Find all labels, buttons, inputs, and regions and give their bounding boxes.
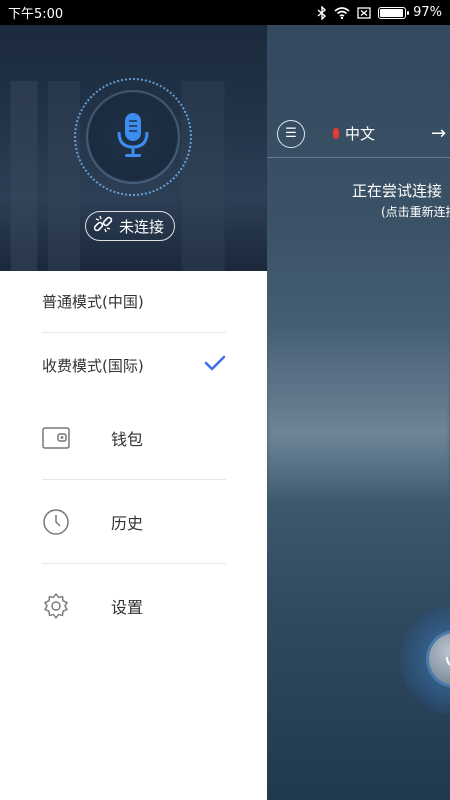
source-language-selector[interactable]: 中文: [333, 123, 375, 144]
battery-icon: [378, 6, 410, 19]
connection-status-badge[interactable]: 未连接: [85, 211, 176, 241]
city-background: [267, 325, 450, 505]
broken-link-icon: [92, 213, 114, 239]
arrow-right-icon: →: [431, 123, 447, 144]
main-top-bar: ☰ 中文 →: [267, 110, 450, 158]
sim-off-icon: [357, 6, 371, 19]
source-language-label: 中文: [345, 125, 376, 143]
main-mic-button[interactable]: [400, 605, 450, 715]
mode-item-china[interactable]: 普通模式(中国): [42, 271, 226, 333]
menu-item-settings[interactable]: 设置: [42, 564, 226, 648]
mic-icon: [115, 112, 151, 162]
menu-item-wallet[interactable]: 钱包: [42, 396, 226, 480]
menu-icon[interactable]: ☰: [277, 119, 305, 148]
connection-status-label: 未连接: [119, 217, 165, 236]
bluetooth-icon: [317, 5, 327, 20]
status-bar: 下午5:00 97%: [0, 0, 450, 25]
reconnect-hint[interactable]: (点击重新连接): [381, 203, 450, 220]
battery-percent: 97%: [413, 5, 442, 20]
menu-label: 钱包: [111, 429, 144, 449]
wifi-icon: [334, 6, 350, 19]
menu-item-history[interactable]: 历史: [42, 480, 226, 564]
wallet-icon: [42, 424, 70, 452]
connecting-status[interactable]: 正在尝试连接: [352, 180, 442, 201]
menu-label: 设置: [111, 598, 144, 617]
drawer-mic-button[interactable]: [89, 93, 177, 181]
mode-item-international[interactable]: 收费模式(国际): [42, 334, 226, 396]
mic-icon: [429, 633, 450, 685]
clock-icon: [42, 508, 70, 536]
status-time: 下午5:00: [8, 7, 64, 22]
gear-icon: [42, 592, 70, 620]
main-translation-screen: ☰ 中文 → 正在尝试连接 (点击重新连接): [267, 25, 450, 800]
drawer-header: 未连接: [0, 25, 267, 271]
checkmark-icon: [204, 355, 226, 375]
mode-label: 收费模式(国际): [42, 356, 144, 375]
menu-label: 历史: [111, 513, 144, 533]
navigation-drawer: 未连接 普通模式(中国) 收费模式(国际) 钱包 历史 设置: [0, 25, 267, 800]
mode-label: 普通模式(中国): [42, 293, 144, 311]
mic-icon: [333, 128, 339, 139]
